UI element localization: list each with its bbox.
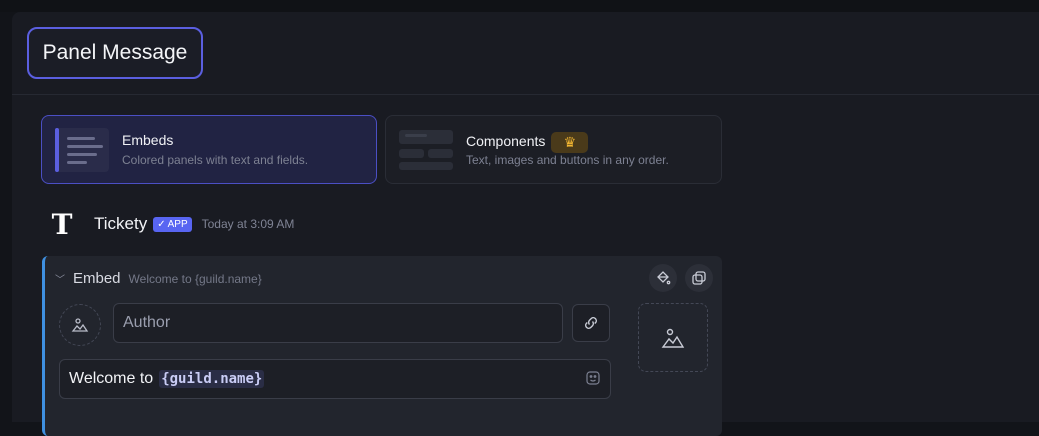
paint-bucket-icon bbox=[657, 271, 671, 285]
embeds-preview-icon bbox=[55, 128, 109, 172]
message-timestamp: Today at 3:09 AM bbox=[201, 217, 295, 231]
embed-editor: ﹀ Embed Welcome to {guild.name} Author W… bbox=[42, 256, 722, 436]
author-icon-upload[interactable] bbox=[59, 304, 101, 346]
embed-label: Embed bbox=[73, 270, 121, 287]
avatar: T bbox=[51, 207, 73, 241]
thumbnail-upload[interactable] bbox=[638, 303, 708, 372]
smile-icon bbox=[586, 371, 600, 385]
crown-icon: ♛ bbox=[551, 132, 589, 153]
mode-description: Text, images and buttons in any order. bbox=[466, 153, 669, 167]
checkmark-icon: ✓ bbox=[157, 218, 166, 230]
mode-title: Embeds bbox=[122, 132, 174, 148]
top-strip bbox=[0, 0, 1039, 12]
title-prefix: Welcome to bbox=[69, 370, 154, 387]
mode-card-components[interactable]: Components ♛ Text, images and buttons in … bbox=[385, 115, 722, 184]
image-icon bbox=[71, 318, 89, 332]
embed-title-input[interactable]: Welcome to {guild.name} bbox=[59, 359, 611, 399]
panel-message-editor: Panel Message Embeds Colored panels with… bbox=[12, 12, 1039, 436]
mode-description: Colored panels with text and fields. bbox=[122, 153, 309, 167]
copy-icon bbox=[692, 271, 706, 285]
embed-subtitle: Welcome to {guild.name} bbox=[128, 271, 262, 286]
panel-title[interactable]: Panel Message bbox=[27, 27, 203, 79]
duplicate-button[interactable] bbox=[685, 264, 713, 292]
mode-title: Components bbox=[466, 133, 546, 150]
emoji-picker-button[interactable] bbox=[583, 368, 603, 388]
link-icon bbox=[585, 317, 597, 329]
author-link-button[interactable] bbox=[572, 304, 610, 342]
color-fill-button[interactable] bbox=[649, 264, 677, 292]
components-preview-icon bbox=[399, 128, 453, 172]
message-header: T Tickety ✓ APP Today at 3:09 AM bbox=[46, 207, 295, 241]
panel-header: Panel Message bbox=[12, 12, 1039, 95]
embed-header[interactable]: ﹀ Embed Welcome to {guild.name} bbox=[55, 270, 262, 287]
bot-name: Tickety bbox=[94, 214, 148, 233]
mode-title-row: Components ♛ bbox=[466, 132, 589, 153]
app-badge: ✓ APP bbox=[153, 216, 192, 232]
chevron-down-icon[interactable]: ﹀ bbox=[55, 271, 67, 286]
app-badge-label: APP bbox=[167, 218, 188, 230]
mode-card-embeds[interactable]: Embeds Colored panels with text and fiel… bbox=[41, 115, 377, 184]
title-variable: {guild.name} bbox=[159, 370, 265, 388]
image-icon bbox=[661, 328, 685, 348]
author-input[interactable]: Author bbox=[113, 303, 563, 343]
